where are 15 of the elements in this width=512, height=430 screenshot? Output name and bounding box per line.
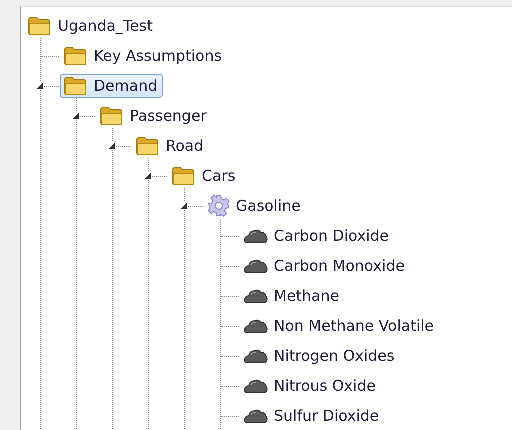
cloud-icon: [244, 288, 268, 304]
cloud-icon: [244, 318, 268, 334]
cloud-icon: [244, 348, 268, 364]
cloud-icon: [244, 408, 268, 424]
folder-icon: [172, 166, 196, 186]
gear-icon: [208, 195, 230, 217]
folder-icon: [28, 16, 52, 36]
cloud-icon: [244, 228, 268, 244]
cloud-icon: [244, 258, 268, 274]
folder-icon: [64, 46, 88, 66]
folder-icon: [64, 76, 88, 96]
folder-icon: [136, 136, 160, 156]
tree-item[interactable]: Demand: [60, 74, 163, 98]
cloud-icon: [244, 378, 268, 394]
folder-icon: [100, 106, 124, 126]
